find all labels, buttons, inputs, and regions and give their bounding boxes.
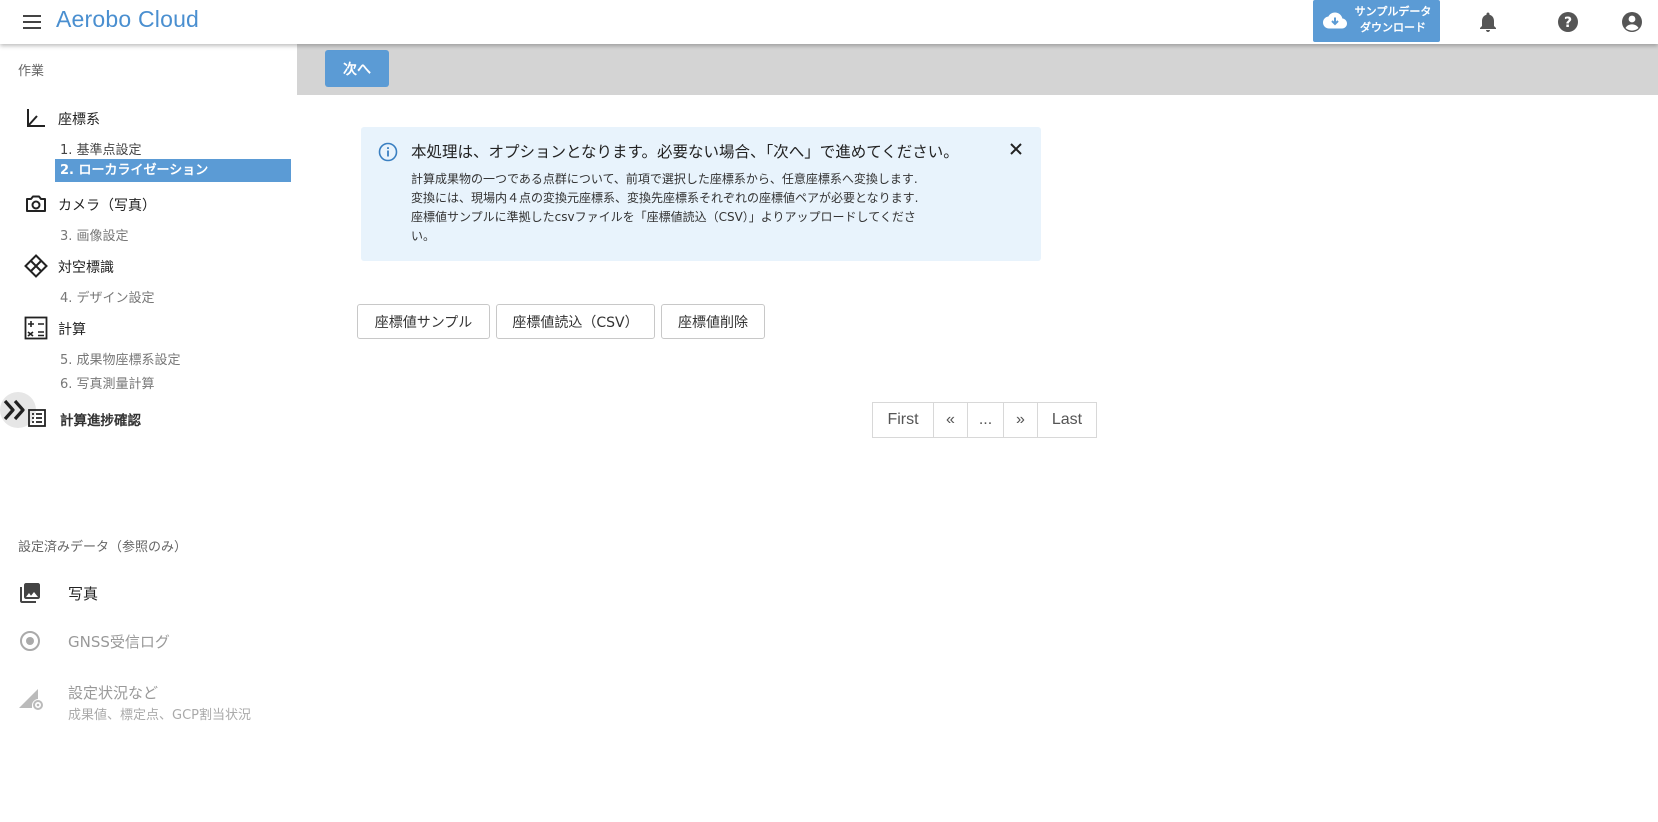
next-button[interactable]: 次へ (325, 50, 389, 87)
data-section-label: 設定済みデータ（参照のみ） (18, 540, 188, 555)
coordinate-sample-button[interactable]: 座標値サンプル (357, 304, 490, 339)
sidebar-item-control-points[interactable]: 1. 基準点設定 (60, 139, 142, 158)
info-title: 本処理は、オプションとなります。必要ない場合、「次へ」で進めてください。 (411, 143, 959, 161)
cloud-download-icon (1323, 12, 1347, 29)
step-toolbar: 次へ (297, 44, 1658, 95)
delete-coordinates-button[interactable]: 座標値削除 (661, 304, 765, 339)
pagination-ellipsis[interactable]: ... (967, 402, 1004, 438)
info-line: 計算成果物の一つである点群について、前項で選択した座標系から、任意座標系へ変換し… (411, 172, 918, 186)
info-line: 座標値サンプルに準拠したcsvファイルを「座標値読込（CSV）」よりアップロード… (411, 210, 916, 224)
info-line: 変換には、現場内４点の変換元座標系、変換先座標系それぞれの座標値ペアが必要となり… (411, 191, 919, 205)
menu-icon[interactable] (20, 10, 44, 34)
sidebar-group-label: 座標系 (58, 112, 100, 128)
info-alert: 本処理は、オプションとなります。必要ない場合、「次へ」で進めてください。 計算成… (361, 127, 1041, 261)
sidebar: 作業 座標系 1. 基準点設定 2. ローカライゼーション カメラ（写真） 3.… (0, 44, 297, 822)
download-label-line2: ダウンロード (1360, 21, 1426, 34)
pagination-first[interactable]: First (872, 402, 934, 438)
radio-target-icon (20, 631, 40, 651)
download-label-line1: サンプルデータ (1354, 5, 1432, 18)
pagination-next[interactable]: » (1003, 402, 1038, 438)
data-item-label: 設定状況など (68, 684, 159, 702)
sidebar-group-label: 計算 (58, 322, 86, 338)
bell-icon[interactable] (1476, 10, 1500, 34)
signal-settings-icon (19, 689, 43, 710)
sidebar-item-localization[interactable]: 2. ローカライゼーション (55, 159, 291, 182)
pagination-prev[interactable]: « (933, 402, 968, 438)
sidebar-item-design-settings[interactable]: 4. デザイン設定 (60, 287, 155, 306)
sample-data-download-button[interactable]: サンプルデータ ダウンロード (1313, 0, 1440, 42)
data-item-sublabel: 成果値、標定点、GCP割当状況 (68, 708, 251, 723)
target-marker-icon (24, 254, 48, 278)
photo-library-icon (20, 583, 40, 603)
progress-label: 計算進捗確認 (60, 413, 141, 429)
info-icon (378, 142, 398, 162)
info-line: い。 (411, 229, 436, 243)
load-csv-button[interactable]: 座標値読込（CSV） (496, 304, 655, 339)
account-icon[interactable] (1620, 10, 1644, 34)
app-title[interactable]: Aerobo Cloud (56, 6, 199, 33)
pagination: First « ... » Last (872, 402, 1097, 438)
sidebar-item-photogrammetry-calculation[interactable]: 6. 写真測量計算 (60, 373, 155, 392)
work-section-label: 作業 (18, 64, 45, 79)
top-app-bar: Aerobo Cloud サンプルデータ ダウンロード ? (0, 0, 1658, 44)
data-item-label: 写真 (68, 585, 99, 603)
svg-text:?: ? (1564, 15, 1572, 31)
axes-icon (27, 109, 45, 127)
camera-icon (26, 195, 46, 212)
list-progress-icon (28, 409, 46, 427)
help-icon[interactable]: ? (1556, 10, 1580, 34)
pagination-last[interactable]: Last (1037, 402, 1097, 438)
data-item-label: GNSS受信ログ (68, 633, 170, 651)
main-content: 次へ 本処理は、オプションとなります。必要ない場合、「次へ」で進めてください。 … (297, 44, 1658, 822)
close-icon[interactable] (1007, 140, 1025, 158)
sidebar-group-label: カメラ（写真） (58, 198, 156, 214)
sidebar-item-image-settings[interactable]: 3. 画像設定 (60, 225, 129, 244)
sidebar-item-output-coordinate-settings[interactable]: 5. 成果物座標系設定 (60, 349, 181, 368)
calculator-icon (24, 316, 48, 340)
sidebar-group-label: 対空標識 (58, 260, 114, 276)
